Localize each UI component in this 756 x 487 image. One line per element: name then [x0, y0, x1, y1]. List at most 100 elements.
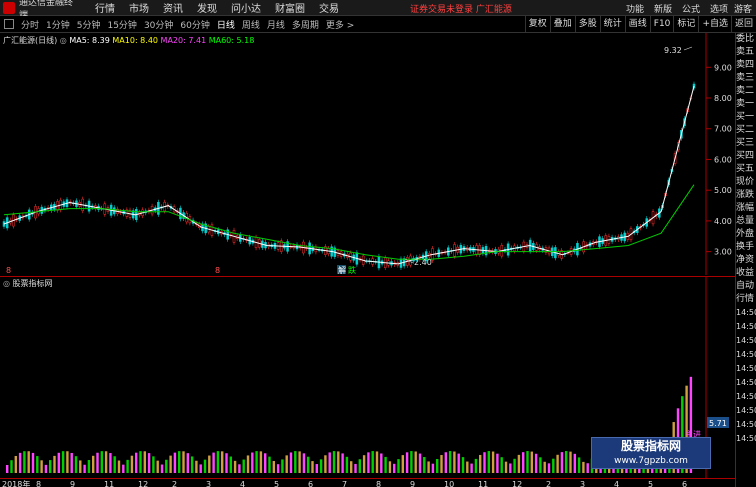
indicator-bar — [513, 458, 516, 473]
period-weekly[interactable]: 周线 — [242, 18, 260, 31]
period-60min[interactable]: 60分钟 — [180, 18, 209, 31]
indicator-bar — [285, 455, 288, 473]
menu-options[interactable]: 选项 — [710, 2, 728, 15]
x-tick-label: 8 — [36, 480, 41, 487]
quote-label: 总量 — [736, 216, 755, 226]
indicator-bar — [444, 452, 447, 473]
indicator-bar — [577, 457, 581, 473]
period-1min[interactable]: 1分钟 — [46, 18, 70, 31]
indicator-bar — [453, 451, 456, 473]
indicator-bar — [246, 455, 250, 473]
tool-overlay[interactable]: 叠加 — [549, 16, 575, 32]
period-30min[interactable]: 30分钟 — [144, 18, 173, 31]
menu-bar: 通达信金融终端 行情 市场 资讯 发现 问小达 财富圈 交易 证券交易未登录 广… — [0, 0, 756, 21]
period-5min[interactable]: 5分钟 — [77, 18, 101, 31]
menu-item-trade[interactable]: 交易 — [319, 0, 339, 15]
indicator-bar — [539, 457, 542, 473]
period-timeshare[interactable]: 分时 — [21, 18, 39, 31]
period-daily[interactable]: 日线 — [217, 18, 235, 31]
login-notice[interactable]: 证券交易未登录 广汇能源 — [410, 2, 512, 15]
tool-f10[interactable]: F10 — [649, 16, 674, 32]
menu-item-news[interactable]: 资讯 — [163, 0, 183, 15]
date-axis: 2018年 8 9 11 12 2 3 4 5 6 7 8 9 10 11 12 2 3 4 5 6 — [0, 478, 735, 487]
indicator-bar — [332, 451, 336, 473]
menu-item-wealth[interactable]: 财富圈 — [275, 0, 305, 15]
indicator-bar — [324, 455, 327, 473]
period-15min[interactable]: 15分钟 — [107, 18, 136, 31]
indicator-bar — [367, 452, 370, 473]
indicator-bar — [49, 460, 52, 473]
indicator-bar — [491, 451, 495, 473]
quote-label: 涨跌 — [736, 190, 755, 200]
quote-label: 卖二 — [736, 86, 755, 96]
indicator-bar — [208, 455, 211, 473]
y-tick-label: 3.00 — [714, 248, 732, 257]
indicator-bar — [44, 464, 48, 473]
tool-draw[interactable]: 画线 — [624, 16, 650, 32]
indicator-bar — [139, 451, 142, 473]
indicator-bar — [500, 457, 503, 473]
indicator-bar — [186, 453, 189, 473]
menu-new-version[interactable]: 新版 — [654, 2, 672, 15]
tick-time: 14:50 — [736, 434, 756, 443]
menu-item-ask[interactable]: 问小达 — [231, 0, 261, 15]
x-tick-label: 11 — [104, 480, 114, 487]
y-tick-label: 9.00 — [714, 63, 732, 72]
y-tick-label: 7.00 — [714, 125, 732, 134]
indicator-bar — [70, 452, 73, 473]
date-axis-svg: 2018年 8 9 11 12 2 3 4 5 6 7 8 9 10 11 12 2 3 4 5 6 — [2, 479, 687, 487]
tick-time: 14:50 — [736, 378, 756, 387]
x-tick-label: 5 — [274, 480, 279, 487]
tool-stats[interactable]: 统计 — [599, 16, 625, 32]
tool-adjust[interactable]: 复权 — [524, 16, 550, 32]
tool-back[interactable]: 返回 — [730, 16, 756, 32]
indicator-bar — [547, 463, 551, 473]
menu-function[interactable]: 功能 — [626, 2, 644, 15]
tool-add-watchlist[interactable]: +自选 — [698, 16, 731, 32]
indicator-bar — [126, 459, 129, 473]
indicator-bar — [552, 458, 555, 473]
period-more[interactable]: 更多 > — [326, 18, 354, 31]
indicator-bar — [405, 452, 409, 473]
x-tick-label: 6 — [682, 480, 687, 487]
indicator-bar — [259, 451, 263, 473]
indicator-bar — [337, 451, 340, 473]
app-logo-icon — [3, 1, 15, 14]
indicator-bar — [410, 451, 413, 473]
indicator-bar — [294, 451, 297, 473]
x-tick-label: 2018年 — [2, 479, 30, 487]
indicator-bar — [113, 456, 116, 473]
menu-item-quotes[interactable]: 行情 — [95, 0, 115, 15]
price-chart-svg: 9.00 8.00 7.00 6.00 5.00 4.00 3.00 9.32 2.40 解… — [2, 33, 732, 275]
auto-label[interactable]: 自动 — [736, 280, 756, 293]
x-tick-label: 4 — [240, 480, 245, 487]
indicator-bar — [233, 460, 237, 473]
indicator-bar — [384, 456, 387, 473]
low-price-label: 2.40 — [414, 258, 432, 267]
indicator-bar — [418, 453, 422, 473]
menu-formula[interactable]: 公式 — [682, 2, 700, 15]
menu-item-discover[interactable]: 发现 — [197, 0, 217, 15]
period-toolbar: 分时 1分钟 5分钟 15分钟 30分钟 60分钟 日线 周线 月线 多周期 更… — [0, 16, 756, 33]
indicator-bar — [57, 452, 60, 473]
price-chart[interactable]: 9.00 8.00 7.00 6.00 5.00 4.00 3.00 9.32 2.40 解… — [0, 33, 735, 275]
indicator-chart[interactable]: 5.71 主进 ◎ 股票指标网 股票指标网 www.7gpzb.com — [0, 276, 735, 479]
tool-multi-stock[interactable]: 多股 — [574, 16, 600, 32]
indicator-bar — [427, 461, 430, 473]
indicator-bar — [586, 463, 589, 473]
top-right-menu: 功能 新版 公式 选项 — [626, 2, 728, 15]
fall-marker: 跌 — [348, 265, 356, 275]
ma60-label: MA60: 5.18 — [208, 36, 255, 45]
guest-user[interactable]: 游客 — [734, 2, 752, 15]
tool-mark[interactable]: 标记 — [673, 16, 698, 32]
x-tick-label: 3 — [580, 480, 585, 487]
period-monthly[interactable]: 月线 — [267, 18, 285, 31]
indicator-bar — [117, 460, 121, 473]
period-multi[interactable]: 多周期 — [292, 18, 319, 31]
indicator-bar — [178, 451, 181, 473]
layout-icon[interactable] — [4, 19, 14, 29]
indicator-bar — [281, 459, 284, 473]
indicator-bar — [27, 451, 30, 473]
menu-item-market[interactable]: 市场 — [129, 0, 149, 15]
indicator-bar — [225, 453, 228, 473]
